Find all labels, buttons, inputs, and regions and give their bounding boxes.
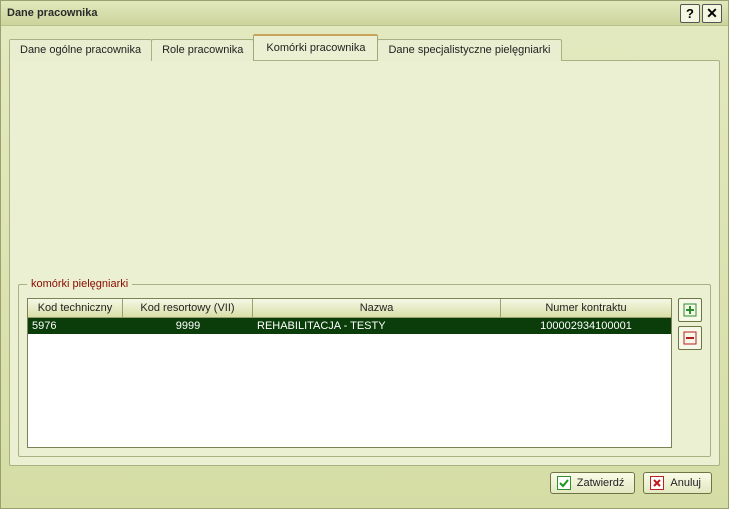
grid-zone: Kod techniczny Kod resortowy (VII) Nazwa… [27, 298, 702, 448]
cancel-button[interactable]: Anuluj [643, 472, 712, 494]
remove-row-button[interactable] [678, 326, 702, 350]
cells-grid[interactable]: Kod techniczny Kod resortowy (VII) Nazwa… [27, 298, 672, 448]
tab-general[interactable]: Dane ogólne pracownika [9, 39, 152, 61]
tab-panel-cells: komórki pielęgniarki Kod techniczny Kod … [9, 60, 720, 466]
cancel-label: Anuluj [670, 477, 701, 489]
tab-cells[interactable]: Komórki pracownika [253, 34, 378, 60]
window-body: Dane ogólne pracownika Role pracownika K… [1, 26, 728, 508]
check-icon [557, 476, 571, 490]
cell-nazwa: REHABILITACJA - TESTY [253, 318, 501, 334]
plus-icon [683, 303, 697, 317]
dialog-window: { "title":"Dane pracownika", "tabs":{ "t… [0, 0, 729, 509]
col-numer-kontraktu[interactable]: Numer kontraktu [501, 299, 671, 317]
help-button[interactable]: ? [680, 4, 700, 23]
tab-nurse-specialist[interactable]: Dane specjalistyczne pielęgniarki [377, 39, 561, 61]
confirm-label: Zatwierdź [577, 477, 625, 489]
confirm-button[interactable]: Zatwierdź [550, 472, 636, 494]
cell-kod-techniczny: 5976 [28, 318, 123, 334]
empty-area [18, 69, 711, 278]
grid-side-buttons [678, 298, 702, 350]
window-title: Dane pracownika [7, 7, 678, 19]
close-button[interactable]: ✕ [702, 4, 722, 23]
col-kod-techniczny[interactable]: Kod techniczny [28, 299, 123, 317]
minus-icon [683, 331, 697, 345]
title-bar: Dane pracownika ? ✕ [1, 1, 728, 26]
cell-numer-kontraktu: 100002934100001 [501, 318, 671, 334]
tabstrip: Dane ogólne pracownika Role pracownika K… [9, 34, 720, 60]
grid-body: 5976 9999 REHABILITACJA - TESTY 10000293… [28, 318, 671, 447]
add-row-button[interactable] [678, 298, 702, 322]
cell-kod-resortowy: 9999 [123, 318, 253, 334]
dialog-footer: Zatwierdź Anuluj [9, 466, 720, 502]
col-kod-resortowy[interactable]: Kod resortowy (VII) [123, 299, 253, 317]
nurse-cells-fieldset: komórki pielęgniarki Kod techniczny Kod … [18, 278, 711, 457]
tab-roles[interactable]: Role pracownika [151, 39, 254, 61]
fieldset-legend: komórki pielęgniarki [27, 278, 132, 290]
table-row[interactable]: 5976 9999 REHABILITACJA - TESTY 10000293… [28, 318, 671, 334]
col-nazwa[interactable]: Nazwa [253, 299, 501, 317]
cross-icon [650, 476, 664, 490]
grid-header: Kod techniczny Kod resortowy (VII) Nazwa… [28, 299, 671, 318]
